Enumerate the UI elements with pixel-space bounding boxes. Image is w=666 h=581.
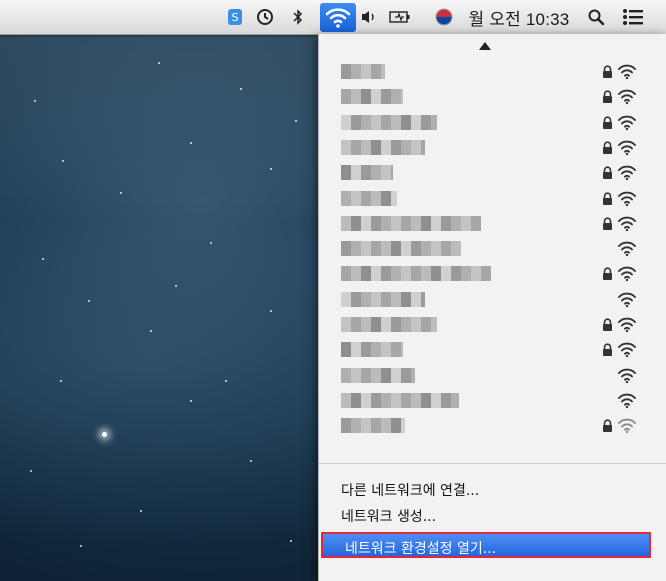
wifi-signal-icon <box>618 191 636 206</box>
wifi-signal-icon <box>618 368 636 383</box>
bluetooth-icon <box>293 9 303 25</box>
network-name-obscured <box>341 190 397 206</box>
network-name-obscured <box>341 114 437 130</box>
network-name-obscured <box>341 241 461 257</box>
network-row[interactable] <box>319 60 666 83</box>
list-icon <box>623 9 643 25</box>
lock-icon <box>603 90 612 104</box>
spotlight-button[interactable] <box>586 5 606 29</box>
wifi-signal-icon <box>618 216 636 231</box>
wifi-icon <box>325 8 351 28</box>
network-row[interactable] <box>319 389 666 412</box>
wifi-signal-icon <box>618 317 636 333</box>
wifi-signal-icon <box>618 115 636 130</box>
lock-icon <box>603 141 612 154</box>
wifi-signal-icon <box>618 89 636 105</box>
svg-text:S: S <box>232 11 239 24</box>
scroll-up-arrow-icon[interactable] <box>479 42 491 50</box>
lock-icon <box>603 217 612 230</box>
network-name-obscured <box>341 317 437 332</box>
volume-button[interactable] <box>359 5 379 29</box>
network-row[interactable] <box>319 262 666 285</box>
notification-center-button[interactable] <box>620 5 646 29</box>
network-row[interactable] <box>319 161 666 184</box>
network-name-obscured <box>341 367 415 383</box>
volume-icon <box>362 11 374 23</box>
create-network-item[interactable]: 네트워크 생성... <box>341 506 436 526</box>
network-name-obscured <box>341 139 425 155</box>
search-icon <box>588 9 605 26</box>
wifi-signal-icon <box>618 165 636 181</box>
join-other-network-item[interactable]: 다른 네트워크에 연결... <box>341 480 479 500</box>
network-name-obscured <box>341 165 393 181</box>
network-row[interactable] <box>319 85 666 108</box>
lock-icon <box>603 65 612 78</box>
time-machine-button[interactable] <box>254 5 276 29</box>
network-name-obscured <box>341 418 405 434</box>
lock-icon <box>603 267 612 281</box>
menu-divider <box>319 463 666 464</box>
network-name-obscured <box>341 89 403 105</box>
wifi-signal-icon <box>618 267 636 282</box>
lock-icon <box>603 419 612 433</box>
lock-icon <box>603 191 612 205</box>
battery-icon <box>389 11 410 23</box>
wifi-signal-icon <box>618 393 636 409</box>
open-network-preferences-item[interactable]: 네트워크 환경설정 열기... <box>321 532 651 558</box>
input-source-button[interactable] <box>433 5 455 29</box>
wifi-signal-icon <box>618 64 636 80</box>
battery-button[interactable] <box>388 5 412 29</box>
wifi-signal-icon <box>618 241 636 257</box>
wifi-signal-icon <box>618 418 636 434</box>
network-row[interactable] <box>319 288 666 311</box>
network-row[interactable] <box>319 313 666 336</box>
wifi-menu-button[interactable] <box>320 3 356 32</box>
network-row[interactable] <box>319 237 666 260</box>
bright-star <box>102 432 107 437</box>
network-name-obscured <box>341 64 385 79</box>
app-status-icon[interactable]: S <box>224 5 246 29</box>
network-name-obscured <box>341 392 459 408</box>
network-name-obscured <box>341 342 403 358</box>
network-row[interactable] <box>319 414 666 437</box>
open-network-preferences-label: 네트워크 환경설정 열기... <box>345 541 497 557</box>
network-row[interactable] <box>319 136 666 159</box>
wifi-signal-icon <box>618 342 636 358</box>
menubar-clock[interactable]: 월 오전 10:33 <box>466 5 572 29</box>
app-icon: S <box>228 9 242 25</box>
lock-icon <box>603 166 612 180</box>
time-machine-icon <box>257 9 273 25</box>
lock-icon <box>603 116 612 129</box>
network-name-obscured <box>341 215 481 231</box>
network-row[interactable] <box>319 338 666 361</box>
lock-icon <box>603 318 612 331</box>
lock-icon <box>603 343 612 357</box>
bluetooth-button[interactable] <box>290 5 306 29</box>
wifi-signal-icon <box>618 292 636 307</box>
menu-bar: S 월 오전 10:33 <box>0 0 666 35</box>
network-name-obscured <box>341 291 425 307</box>
network-row[interactable] <box>319 187 666 210</box>
input-flag-icon <box>435 8 453 26</box>
network-row[interactable] <box>319 111 666 134</box>
network-row[interactable] <box>319 212 666 235</box>
network-row[interactable] <box>319 364 666 387</box>
wifi-dropdown-menu: 다른 네트워크에 연결... 네트워크 생성... 네트워크 환경설정 열기..… <box>318 34 666 581</box>
wifi-signal-icon <box>618 140 636 156</box>
network-name-obscured <box>341 266 491 282</box>
